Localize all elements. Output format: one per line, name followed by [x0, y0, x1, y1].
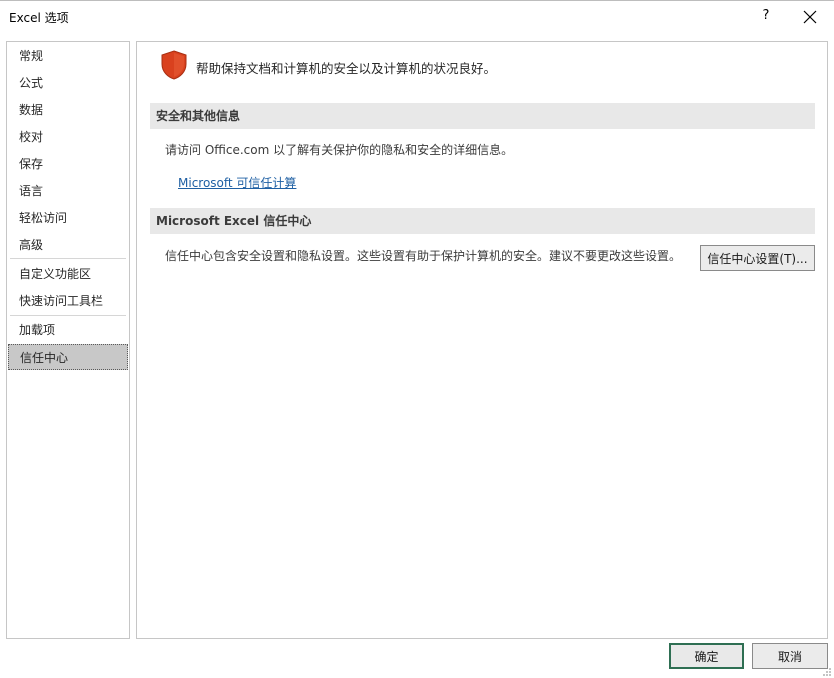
section-header-security: 安全和其他信息 — [150, 103, 815, 129]
help-button[interactable]: ? — [756, 5, 776, 27]
sidebar-item-customize-ribbon[interactable]: 自定义功能区 — [8, 261, 128, 287]
resize-grip-icon[interactable] — [822, 667, 832, 677]
sidebar-item-advanced[interactable]: 高级 — [8, 232, 128, 258]
sidebar-item-proofing[interactable]: 校对 — [8, 124, 128, 150]
sidebar-separator — [10, 315, 126, 316]
trust-center-panel: 帮助保持文档和计算机的安全以及计算机的状况良好。 安全和其他信息 请访问 Off… — [136, 41, 828, 639]
cancel-button[interactable]: 取消 — [752, 643, 828, 669]
shield-icon — [161, 50, 187, 80]
sidebar-item-quick-access-toolbar[interactable]: 快速访问工具栏 — [8, 288, 128, 314]
sidebar-item-trust-center[interactable]: 信任中心 — [8, 344, 128, 370]
sidebar-item-data[interactable]: 数据 — [8, 97, 128, 123]
sidebar-item-language[interactable]: 语言 — [8, 178, 128, 204]
close-button[interactable] — [798, 5, 822, 29]
sidebar-nav: 常规 公式 数据 校对 保存 语言 轻松访问 高级 自定义功能区 快速访问工具栏… — [6, 41, 130, 639]
sidebar-item-add-ins[interactable]: 加载项 — [8, 317, 128, 343]
panel-header-text: 帮助保持文档和计算机的安全以及计算机的状况良好。 — [196, 61, 497, 76]
security-info-text: 请访问 Office.com 以了解有关保护你的隐私和安全的详细信息。 — [165, 143, 514, 157]
section-header-trust-center: Microsoft Excel 信任中心 — [150, 208, 815, 234]
sidebar-item-accessibility[interactable]: 轻松访问 — [8, 205, 128, 231]
sidebar-item-save[interactable]: 保存 — [8, 151, 128, 177]
window-title: Excel 选项 — [9, 11, 69, 25]
trust-center-description: 信任中心包含安全设置和隐私设置。这些设置有助于保护计算机的安全。建议不要更改这些… — [165, 249, 682, 263]
trust-center-settings-button[interactable]: 信任中心设置(T)... — [700, 245, 815, 271]
sidebar-separator — [10, 258, 126, 259]
trustworthy-computing-link[interactable]: Microsoft 可信任计算 — [178, 174, 296, 191]
close-icon — [803, 10, 817, 24]
sidebar-item-general[interactable]: 常规 — [8, 43, 128, 69]
title-bar: Excel 选项 ? — [0, 0, 834, 32]
ok-button[interactable]: 确定 — [669, 643, 744, 669]
sidebar-item-formulas[interactable]: 公式 — [8, 70, 128, 96]
